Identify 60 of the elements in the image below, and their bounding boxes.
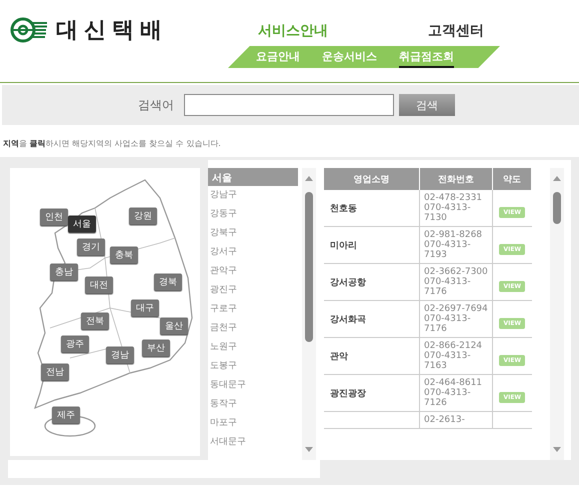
district-item[interactable]: 강동구 (208, 205, 298, 224)
region-marker[interactable]: 전북 (81, 312, 109, 330)
table-cell: 강서공항 (324, 264, 420, 300)
region-marker[interactable]: 인천 (40, 208, 68, 226)
search-label: 검색어 (138, 96, 175, 114)
district-list-header: 서울 (208, 168, 298, 186)
district-item[interactable]: 구로구 (208, 300, 298, 319)
table-cell: 02-2697-7694 070-4313-7176 (420, 300, 492, 338)
region-marker[interactable]: 강원 (129, 208, 157, 224)
region-marker[interactable]: 경남 (106, 346, 134, 364)
table-cell: 관악 (324, 338, 420, 374)
scrollbar[interactable] (550, 168, 564, 460)
district-item[interactable]: 노원구 (208, 338, 298, 357)
table-cell: 02-3662-7300 070-4313-7176 (420, 264, 492, 300)
region-marker[interactable]: 대전 (85, 276, 113, 294)
subnav-tab[interactable]: 요금안내 (256, 46, 300, 68)
district-item[interactable]: 강남구 (208, 186, 298, 205)
search-field[interactable] (184, 94, 394, 116)
region-marker[interactable]: 충북 (110, 246, 138, 264)
region-marker[interactable]: 전남 (41, 364, 69, 380)
logo-text: 대신택배 (56, 17, 168, 45)
nav-section[interactable]: 고객센터 (398, 22, 568, 46)
district-item[interactable]: 동작구 (208, 395, 298, 414)
table-cell: 02-464-8611 070-4313-7126 (420, 374, 492, 412)
search-button[interactable]: 검색 (399, 94, 455, 116)
region-marker[interactable]: 대구 (131, 300, 159, 316)
region-marker[interactable]: 충남 (50, 264, 78, 280)
region-marker[interactable]: 서울 (68, 216, 96, 232)
region-marker[interactable]: 경북 (154, 274, 182, 290)
column-header: 전화번호 (420, 168, 492, 190)
subnav-tab[interactable]: 취급점조회 (399, 46, 454, 68)
district-item[interactable]: 강서구 (208, 243, 298, 262)
table-cell: 천호동 (324, 190, 420, 226)
table-cell: 02-478-2331 070-4313-7130 (420, 190, 492, 226)
table-cell: 02-981-8268 070-4313-7193 (420, 226, 492, 264)
table-cell: 강서화곡 (324, 300, 420, 338)
district-item[interactable]: 관악구 (208, 262, 298, 281)
instruction-text: 지역을 클릭하시면 해당지역의 사업소를 찾으실 수 있습니다. (2, 138, 222, 150)
district-item[interactable]: 금천구 (208, 319, 298, 338)
table-cell: 광진광장 (324, 374, 420, 412)
region-marker[interactable]: 경기 (77, 238, 105, 256)
table-cell: 02-2613- (420, 412, 492, 428)
district-item[interactable]: 광진구 (208, 281, 298, 300)
district-item[interactable]: 동대문구 (208, 376, 298, 395)
nav-section[interactable]: 서비스안내 (228, 22, 398, 46)
table-cell: 미아리 (324, 226, 420, 264)
column-header: 약도 (492, 168, 532, 190)
district-item[interactable]: 도봉구 (208, 357, 298, 376)
district-item[interactable]: 마포구 (208, 414, 298, 433)
region-marker[interactable]: 부산 (142, 340, 170, 356)
region-marker[interactable]: 제주 (52, 406, 80, 424)
scrollbar[interactable] (302, 168, 316, 460)
region-marker[interactable]: 울산 (160, 318, 188, 334)
district-item[interactable]: 서대문구 (208, 433, 298, 452)
table-cell: 02-866-2124 070-4313-7163 (420, 338, 492, 374)
region-marker[interactable]: 광주 (61, 336, 89, 352)
logo-icon (10, 17, 48, 43)
district-item[interactable]: 강북구 (208, 224, 298, 243)
column-header: 영업소명 (324, 168, 420, 190)
subnav-tab[interactable]: 운송서비스 (322, 46, 377, 68)
